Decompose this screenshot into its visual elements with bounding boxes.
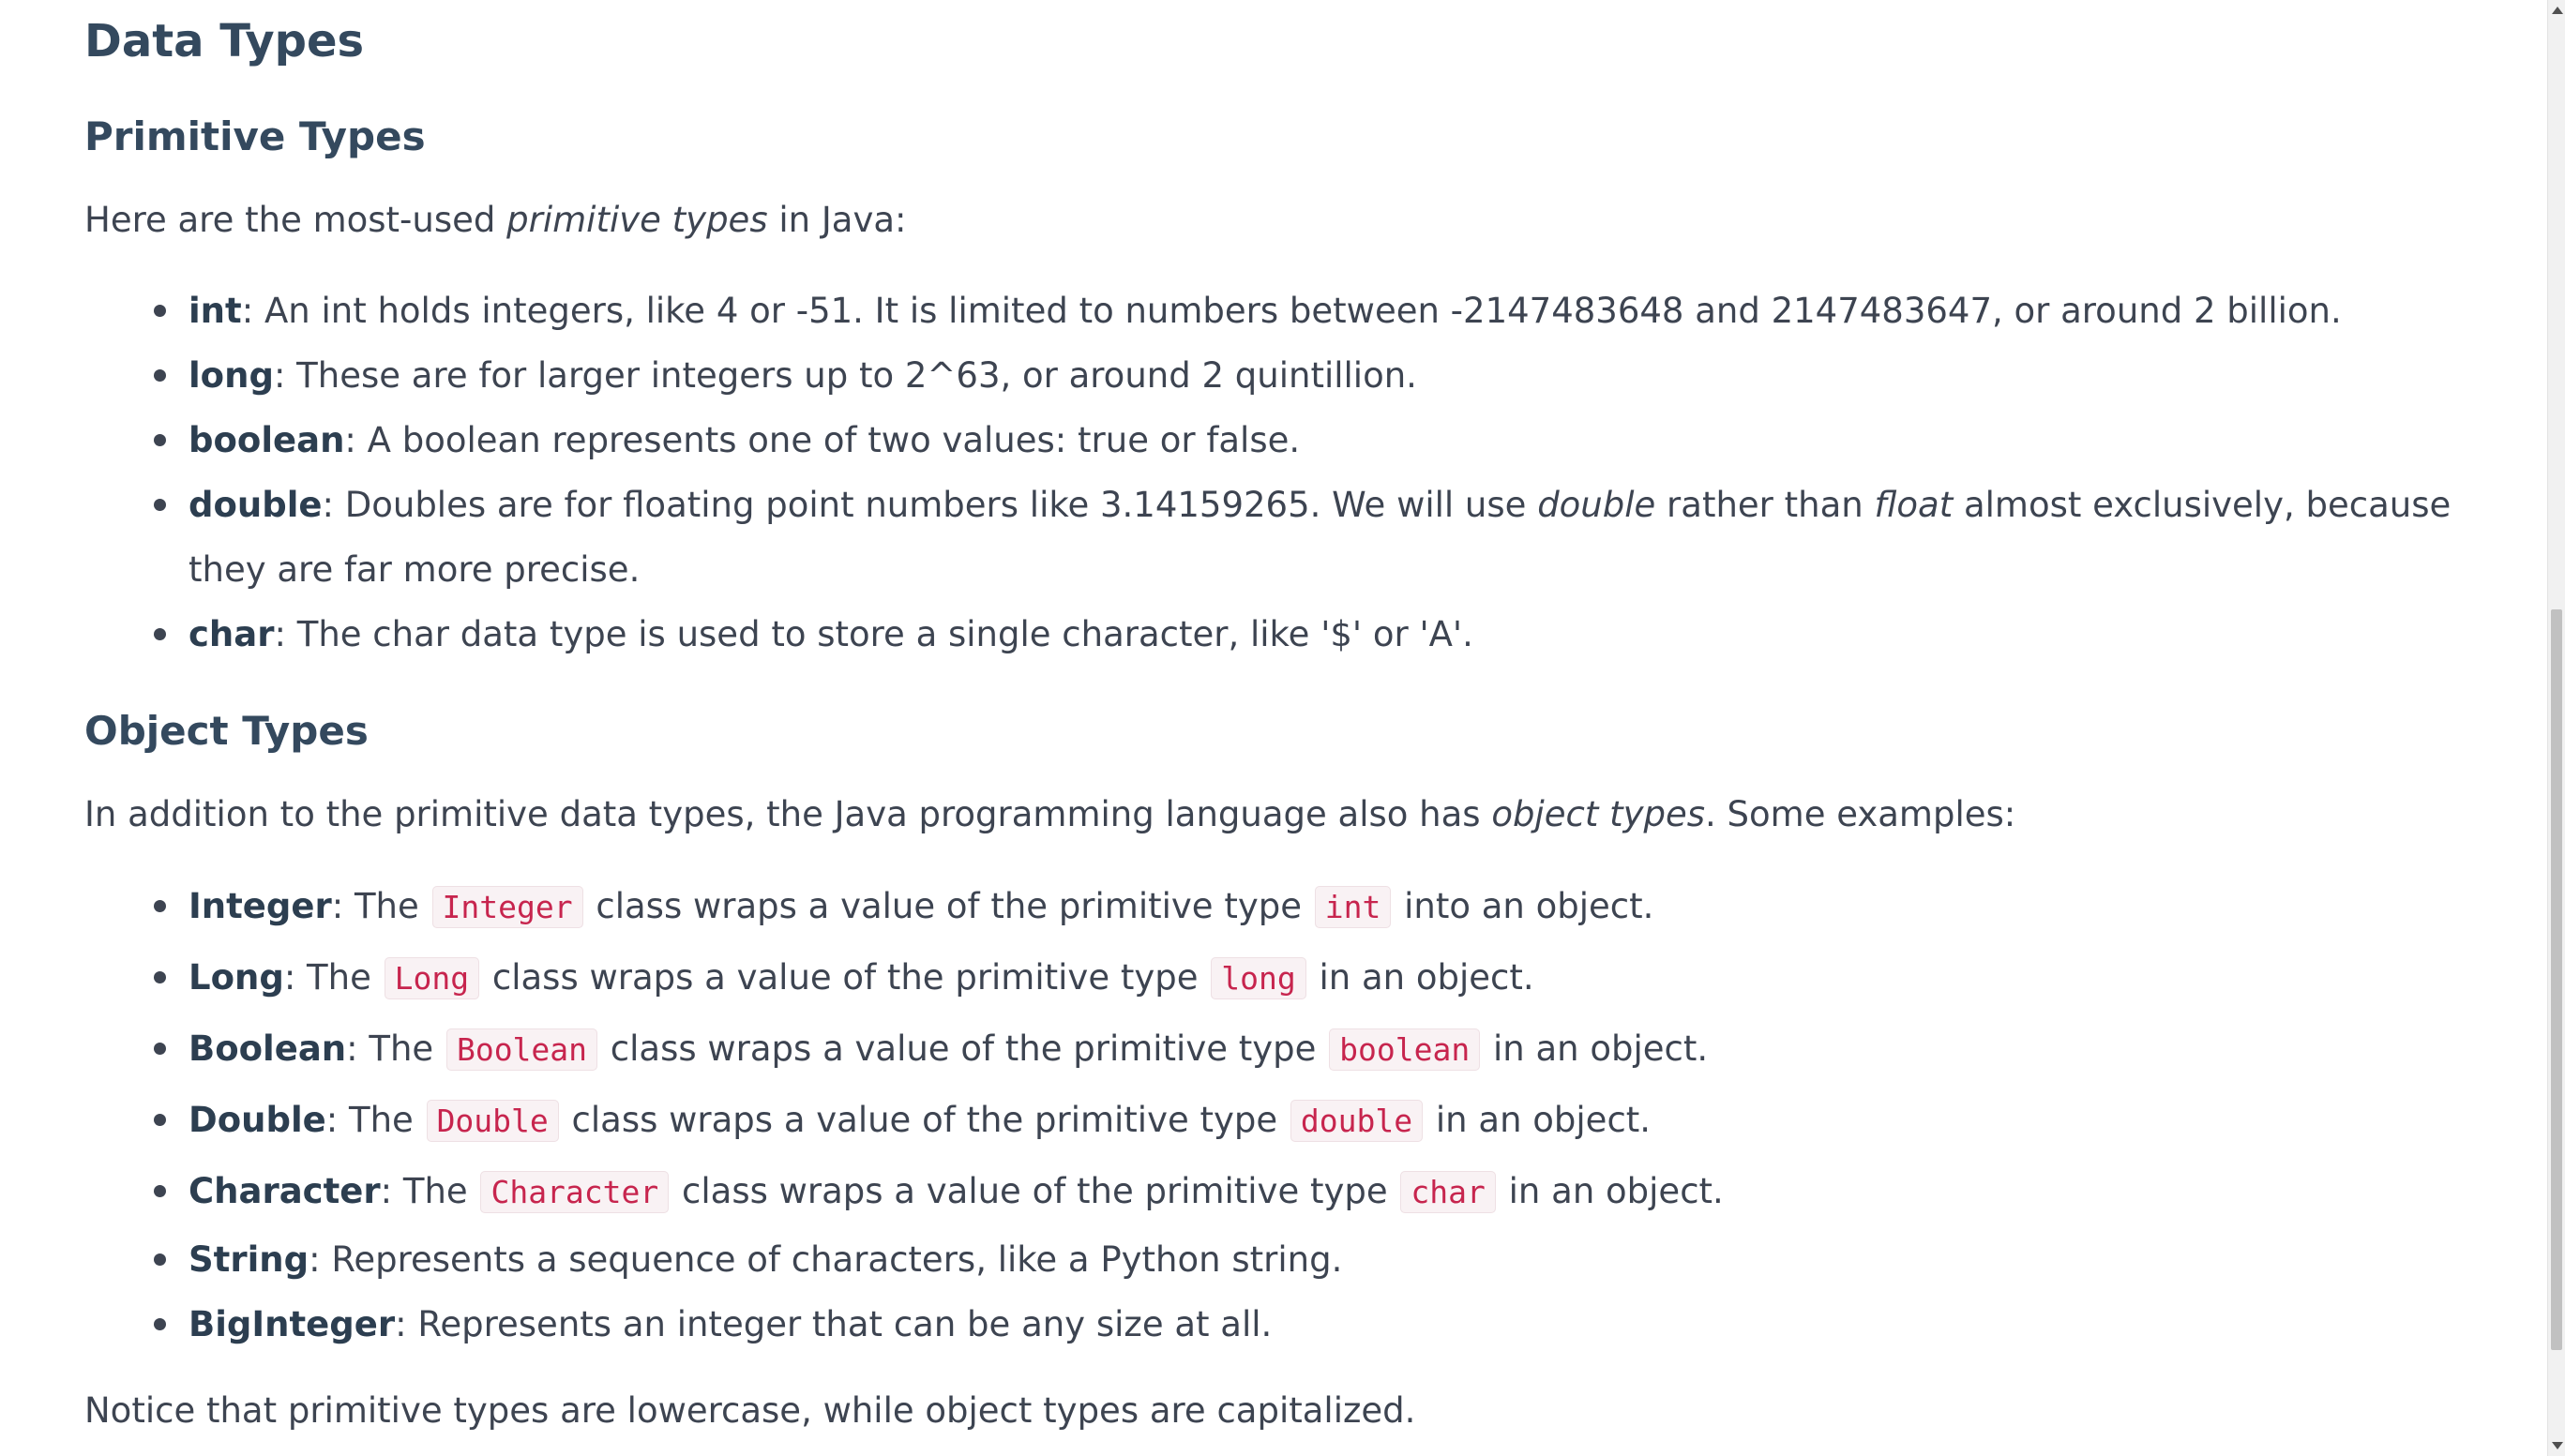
list-item: double: Doubles are for floating point n… [84,473,2476,602]
article-content: Data Types Primitive Types Here are the … [0,0,2547,1456]
bullet-icon [154,305,166,317]
page-title: Data Types [84,15,365,68]
list-item: Boolean: The Boolean class wraps a value… [84,1013,2476,1085]
closing-note: Notice that primitive types are lowercas… [84,1390,1416,1431]
inline-code: Long [384,957,480,999]
inline-code: Double [426,1100,559,1142]
list-item: Long: The Long class wraps a value of th… [84,942,2476,1013]
inline-code: Boolean [445,1028,598,1071]
bullet-icon [154,900,166,912]
scroll-up-arrow-icon[interactable] [2548,0,2565,21]
inline-code: Character [480,1171,670,1213]
inline-code: double [1290,1100,1424,1142]
inline-code: long [1211,957,1306,999]
object-intro: In addition to the primitive data types,… [84,794,2016,834]
bullet-icon [154,971,166,983]
bullet-icon [154,628,166,640]
bullet-icon [154,499,166,511]
list-item: boolean: A boolean represents one of two… [84,408,2476,473]
list-item: String: Represents a sequence of charact… [84,1227,2476,1292]
bullet-icon [154,1318,166,1330]
primitive-types-heading: Primitive Types [84,113,426,159]
bullet-icon [154,1114,166,1126]
list-item: BigInteger: Represents an integer that c… [84,1292,2476,1357]
list-item: long: These are for larger integers up t… [84,343,2476,408]
scroll-down-arrow-icon[interactable] [2548,1435,2565,1456]
bullet-icon [154,369,166,382]
bullet-icon [154,1043,166,1055]
list-item: char: The char data type is used to stor… [84,602,2476,667]
list-item: Double: The Double class wraps a value o… [84,1085,2476,1156]
list-item: Integer: The Integer class wraps a value… [84,871,2476,942]
scrollbar-thumb[interactable] [2551,609,2562,1350]
inline-code: boolean [1329,1028,1481,1071]
inline-code: int [1314,886,1392,928]
vertical-scrollbar[interactable] [2547,0,2565,1456]
bullet-icon [154,1185,166,1197]
inline-code: char [1400,1171,1496,1213]
bullet-icon [154,434,166,446]
inline-code: Integer [431,886,583,928]
object-types-list: Integer: The Integer class wraps a value… [84,871,2476,1357]
bullet-icon [154,1253,166,1266]
object-types-heading: Object Types [84,708,369,754]
primitive-types-list: int: An int holds integers, like 4 or -5… [84,278,2476,667]
list-item: Character: The Character class wraps a v… [84,1156,2476,1227]
list-item: int: An int holds integers, like 4 or -5… [84,278,2476,343]
primitive-intro: Here are the most-used primitive types i… [84,200,907,240]
